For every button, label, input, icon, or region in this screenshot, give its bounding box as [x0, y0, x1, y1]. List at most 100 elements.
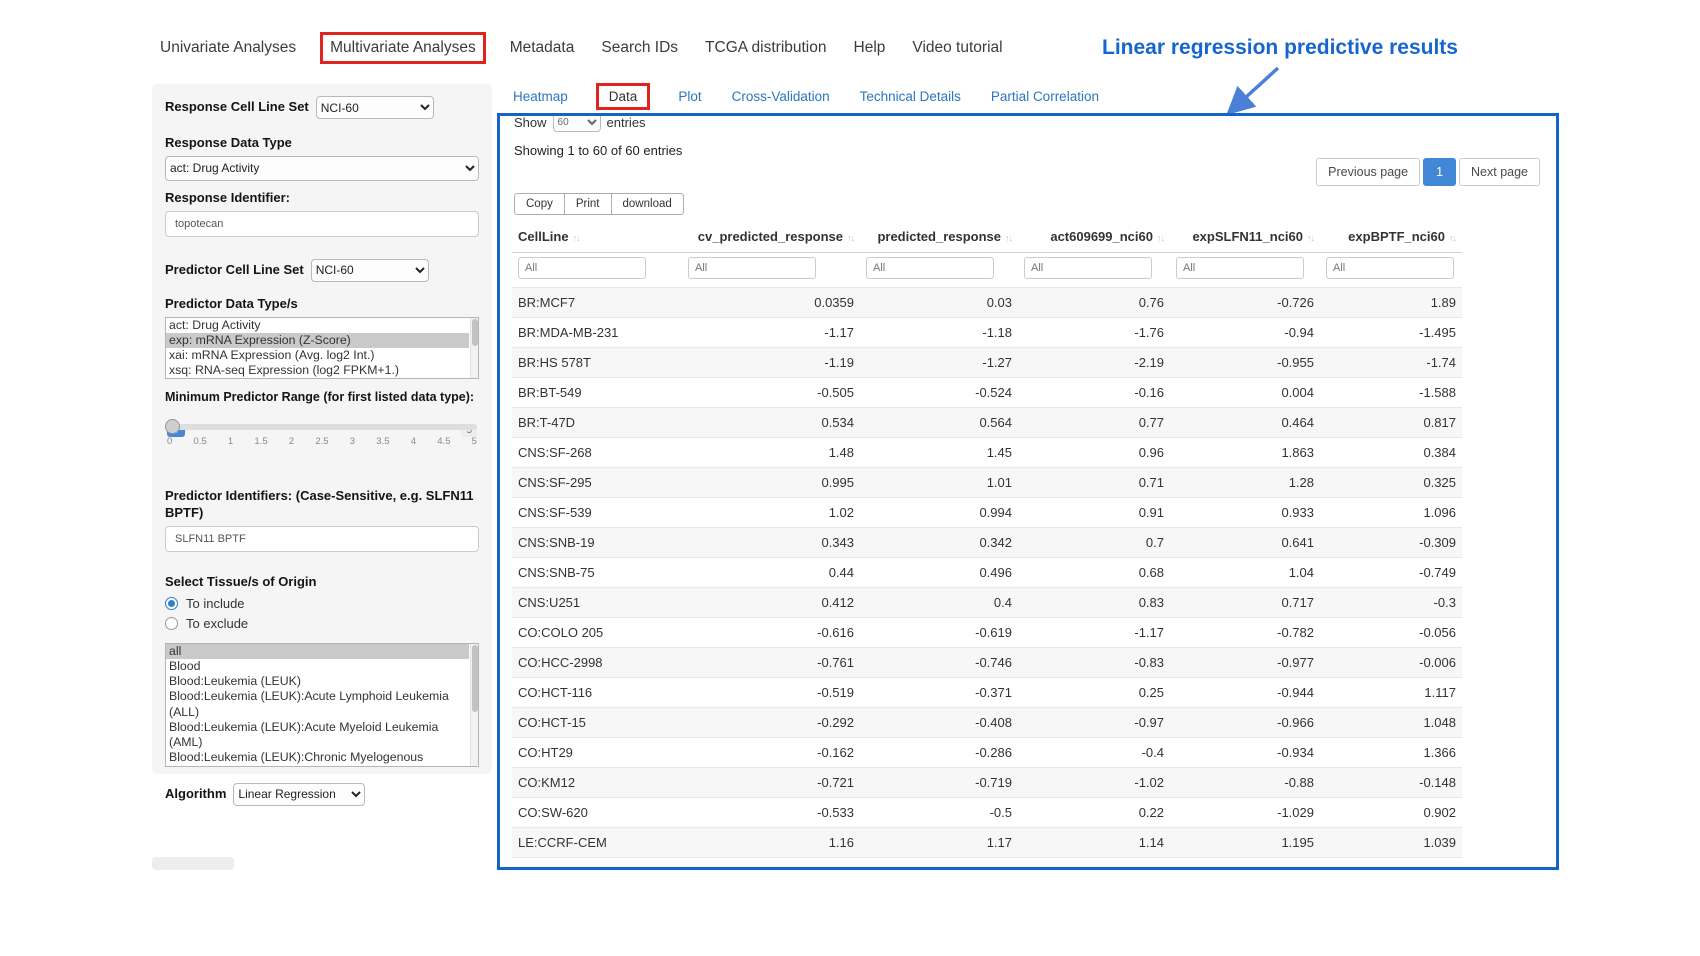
nav-item-help[interactable]: Help [854, 39, 886, 57]
cell-value: -0.83 [1018, 648, 1170, 678]
cell-value: 1.48 [682, 438, 860, 468]
print-button[interactable]: Print [565, 193, 612, 215]
table-row: CNS:SF-2681.481.450.961.8630.384 [512, 438, 1462, 468]
column-header-predicted-response[interactable]: predicted_response↑↓ [860, 221, 1018, 253]
entries-count-select[interactable]: 60 [553, 113, 601, 132]
filter-input-cellline[interactable] [518, 257, 646, 279]
cell-value: -0.721 [682, 768, 860, 798]
cell-value: 0.951 [682, 858, 860, 871]
filter-input-expslfn11-nci60[interactable] [1176, 257, 1304, 279]
cell-value: -1.495 [1320, 318, 1462, 348]
cell-value: -0.148 [1320, 768, 1462, 798]
slider-tick: 0 [167, 436, 172, 447]
sort-icon[interactable]: ↑↓ [1307, 233, 1314, 243]
predictor-cell-line-set-select[interactable]: NCI-60 [311, 259, 429, 282]
download-button[interactable]: download [612, 193, 684, 215]
column-header-cellline[interactable]: CellLine↑↓ [512, 221, 682, 253]
sort-icon[interactable]: ↑↓ [1449, 233, 1456, 243]
radio-option-to-exclude[interactable]: To exclude [165, 616, 479, 631]
tab-technical-details[interactable]: Technical Details [860, 89, 961, 104]
sort-icon[interactable]: ↑↓ [847, 233, 854, 243]
list-option-blood-leukemia-leuk[interactable]: Blood:Leukemia (LEUK) [166, 674, 469, 689]
cell-value: -0.955 [1170, 348, 1320, 378]
list-option-xai-mrna-expression-avg-log2-int[interactable]: xai: mRNA Expression (Avg. log2 Int.) [166, 348, 469, 363]
nav-item-metadata[interactable]: Metadata [510, 39, 575, 57]
min-predictor-range-slider[interactable]: 0 5 00.511.522.533.544.55 [167, 424, 477, 476]
column-header-act609699-nci60[interactable]: act609699_nci60↑↓ [1018, 221, 1170, 253]
current-page-button[interactable]: 1 [1423, 158, 1456, 186]
list-option-all[interactable]: all [166, 644, 469, 659]
cell-line: CO:COLO 205 [512, 618, 682, 648]
sort-icon[interactable]: ↑↓ [573, 233, 580, 243]
radio-label: To include [186, 596, 245, 611]
list-option-blood-leukemia-leuk-acute-lymphoid-leukemia-all[interactable]: Blood:Leukemia (LEUK):Acute Lymphoid Leu… [166, 689, 469, 719]
nav-item-multivariate-analyses[interactable]: Multivariate Analyses [320, 32, 486, 64]
column-header-expslfn11-nci60[interactable]: expSLFN11_nci60↑↓ [1170, 221, 1320, 253]
table-row: CO:SW-620-0.533-0.50.22-1.0290.902 [512, 798, 1462, 828]
list-option-blood-leukemia-leuk-chronic-myelogenous-leukemia-cml[interactable]: Blood:Leukemia (LEUK):Chronic Myelogenou… [166, 750, 469, 766]
tab-data[interactable]: Data [596, 83, 651, 110]
predictor-identifiers-input[interactable] [165, 526, 479, 552]
cell-value: 1.02 [682, 498, 860, 528]
slider-handle[interactable] [165, 419, 180, 434]
cell-line: CNS:U251 [512, 588, 682, 618]
nav-item-tcga-distribution[interactable]: TCGA distribution [705, 39, 826, 57]
tab-partial-correlation[interactable]: Partial Correlation [991, 89, 1099, 104]
list-option-blood-leukemia-leuk-acute-myeloid-leukemia-aml[interactable]: Blood:Leukemia (LEUK):Acute Myeloid Leuk… [166, 720, 469, 750]
partial-cropped-element [152, 857, 234, 870]
column-header-cv-predicted-response[interactable]: cv_predicted_response↑↓ [682, 221, 860, 253]
nav-item-univariate-analyses[interactable]: Univariate Analyses [160, 39, 296, 57]
table-row: CNS:SNB-750.440.4960.681.04-0.749 [512, 558, 1462, 588]
scrollbar[interactable] [470, 318, 478, 378]
next-page-button[interactable]: Next page [1459, 158, 1540, 186]
nav-item-video-tutorial[interactable]: Video tutorial [912, 39, 1002, 57]
tab-cross-validation[interactable]: Cross-Validation [732, 89, 830, 104]
radio-icon[interactable] [165, 597, 178, 610]
filter-input-cv-predicted-response[interactable] [688, 257, 816, 279]
copy-button[interactable]: Copy [514, 193, 565, 215]
list-option-blood[interactable]: Blood [166, 659, 469, 674]
filter-input-expbptf-nci60[interactable] [1326, 257, 1454, 279]
slider-tick: 2.5 [315, 436, 328, 447]
response-identifier-input[interactable] [165, 211, 479, 237]
response-data-type-select[interactable]: act: Drug Activity [165, 156, 479, 181]
slider-tick: 1 [228, 436, 233, 447]
tab-plot[interactable]: Plot [678, 89, 701, 104]
slider-track[interactable] [167, 424, 477, 430]
cell-line: BR:BT-549 [512, 378, 682, 408]
sort-icon[interactable]: ↑↓ [1005, 233, 1012, 243]
cell-value: -0.88 [1170, 768, 1320, 798]
nav-item-search-ids[interactable]: Search IDs [601, 39, 678, 57]
predictor-data-type-list[interactable]: act: Drug Activityexp: mRNA Expression (… [165, 317, 479, 379]
filter-input-act609699-nci60[interactable] [1024, 257, 1152, 279]
list-option-exp-mrna-expression-z-score[interactable]: exp: mRNA Expression (Z-Score) [166, 333, 469, 348]
response-identifier-label: Response Identifier: [165, 190, 479, 207]
radio-option-to-include[interactable]: To include [165, 596, 479, 611]
tissue-list[interactable]: allBloodBlood:Leukemia (LEUK)Blood:Leuke… [165, 643, 479, 767]
list-option-xsq-rna-seq-expression-log2-fpkm-1[interactable]: xsq: RNA-seq Expression (log2 FPKM+1.) [166, 363, 469, 378]
cell-value: 0.325 [1320, 468, 1462, 498]
cell-line: CO:HCT-15 [512, 708, 682, 738]
cell-value: 0.03 [860, 288, 1018, 318]
response-data-type-label: Response Data Type [165, 135, 479, 152]
tab-heatmap[interactable]: Heatmap [513, 89, 568, 104]
column-header-expbptf-nci60[interactable]: expBPTF_nci60↑↓ [1320, 221, 1462, 253]
cell-value: 0.7 [1018, 528, 1170, 558]
response-cell-line-set-select[interactable]: NCI-60 [316, 96, 434, 119]
cell-value: 1.14 [1018, 828, 1170, 858]
scrollbar[interactable] [470, 644, 478, 766]
entries-label: entries [607, 115, 646, 130]
cell-value: 0.004 [1170, 378, 1320, 408]
cell-value: -1.588 [1320, 378, 1462, 408]
list-option-act-drug-activity[interactable]: act: Drug Activity [166, 318, 469, 333]
cell-value: -0.16 [1018, 378, 1170, 408]
previous-page-button[interactable]: Previous page [1316, 158, 1420, 186]
predictor-cell-line-set-label: Predictor Cell Line Set [165, 262, 304, 279]
pagination: Previous page 1 Next page [1316, 158, 1540, 186]
min-predictor-range-label: Minimum Predictor Range (for first liste… [165, 389, 479, 405]
cell-value: -0.524 [860, 378, 1018, 408]
algorithm-select[interactable]: Linear Regression [233, 783, 365, 806]
filter-input-predicted-response[interactable] [866, 257, 994, 279]
sort-icon[interactable]: ↑↓ [1157, 233, 1164, 243]
radio-icon[interactable] [165, 617, 178, 630]
